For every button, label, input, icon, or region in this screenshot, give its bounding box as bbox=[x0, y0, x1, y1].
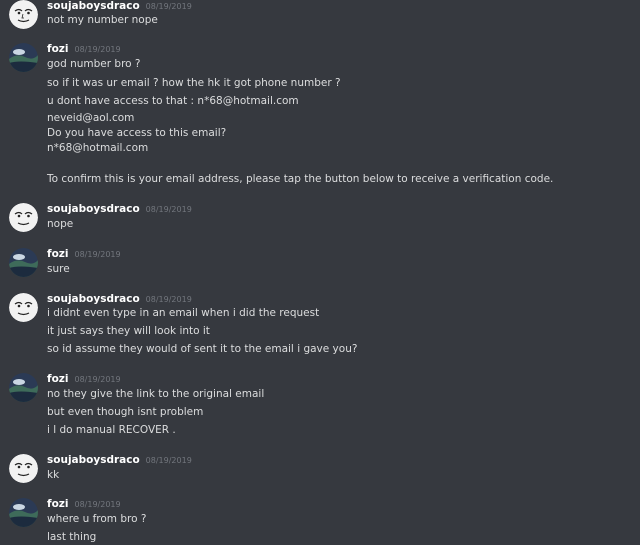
message-text: Do you have access to this email? bbox=[47, 127, 227, 139]
username[interactable]: soujaboysdraco bbox=[47, 293, 140, 305]
timestamp: 08/19/2019 bbox=[74, 375, 121, 384]
username-row: soujaboysdraco 08/19/2019 bbox=[47, 454, 192, 466]
timestamp: 08/19/2019 bbox=[145, 205, 192, 214]
username-row: soujaboysdraco 08/19/2019 bbox=[47, 203, 192, 215]
meme-face-avatar-icon bbox=[9, 454, 38, 483]
timestamp: 08/19/2019 bbox=[145, 2, 192, 11]
username[interactable]: fozi bbox=[47, 498, 69, 510]
avatar[interactable] bbox=[9, 43, 38, 72]
meme-face-avatar-icon bbox=[9, 203, 38, 232]
message-text: sure bbox=[47, 263, 70, 275]
avatar[interactable] bbox=[9, 248, 38, 277]
message-text: To confirm this is your email address, p… bbox=[47, 173, 554, 185]
timestamp: 08/19/2019 bbox=[74, 500, 121, 509]
message-text: not my number nope bbox=[47, 14, 158, 26]
message-text: where u from bro ? bbox=[47, 513, 147, 525]
message-text: but even though isnt problem bbox=[47, 406, 204, 418]
message-text: i l do manual RECOVER . bbox=[47, 424, 176, 436]
username[interactable]: soujaboysdraco bbox=[47, 203, 140, 215]
message-text: so if it was ur email ? how the hk it go… bbox=[47, 77, 341, 89]
username-row: fozi 08/19/2019 bbox=[47, 498, 121, 510]
message-text: n*68@hotmail.com bbox=[47, 142, 149, 154]
avatar[interactable] bbox=[9, 0, 38, 29]
username[interactable]: fozi bbox=[47, 43, 69, 55]
avatar[interactable] bbox=[9, 293, 38, 322]
username[interactable]: soujaboysdraco bbox=[47, 454, 140, 466]
message-text: no they give the link to the original em… bbox=[47, 388, 265, 400]
timestamp: 08/19/2019 bbox=[74, 45, 121, 54]
message-text: so id assume they would of sent it to th… bbox=[47, 343, 358, 355]
username-row: fozi 08/19/2019 bbox=[47, 248, 121, 260]
landscape-avatar-icon bbox=[9, 43, 38, 72]
avatar[interactable] bbox=[9, 498, 38, 527]
message-text: god number bro ? bbox=[47, 58, 141, 70]
timestamp: 08/19/2019 bbox=[74, 250, 121, 259]
message-text: i didnt even type in an email when i did… bbox=[47, 307, 320, 319]
username[interactable]: soujaboysdraco bbox=[47, 0, 140, 12]
timestamp: 08/19/2019 bbox=[145, 456, 192, 465]
timestamp: 08/19/2019 bbox=[145, 295, 192, 304]
username-row: fozi 08/19/2019 bbox=[47, 43, 121, 55]
message-text: kk bbox=[47, 469, 60, 481]
username-row: soujaboysdraco 08/19/2019 bbox=[47, 0, 192, 12]
message-text: it just says they will look into it bbox=[47, 325, 210, 337]
meme-face-avatar-icon bbox=[9, 293, 38, 322]
avatar[interactable] bbox=[9, 373, 38, 402]
avatar[interactable] bbox=[9, 203, 38, 232]
landscape-avatar-icon bbox=[9, 248, 38, 277]
username-row: soujaboysdraco 08/19/2019 bbox=[47, 293, 192, 305]
username[interactable]: fozi bbox=[47, 373, 69, 385]
landscape-avatar-icon bbox=[9, 373, 38, 402]
meme-face-avatar-icon bbox=[9, 0, 38, 29]
message-text: neveid@aol.com bbox=[47, 112, 135, 124]
message-text: nope bbox=[47, 218, 74, 230]
message-text: u dont have access to that : n*68@hotmai… bbox=[47, 95, 299, 107]
username-row: fozi 08/19/2019 bbox=[47, 373, 121, 385]
username[interactable]: fozi bbox=[47, 248, 69, 260]
landscape-avatar-icon bbox=[9, 498, 38, 527]
message-text: last thing bbox=[47, 531, 97, 543]
avatar[interactable] bbox=[9, 454, 38, 483]
